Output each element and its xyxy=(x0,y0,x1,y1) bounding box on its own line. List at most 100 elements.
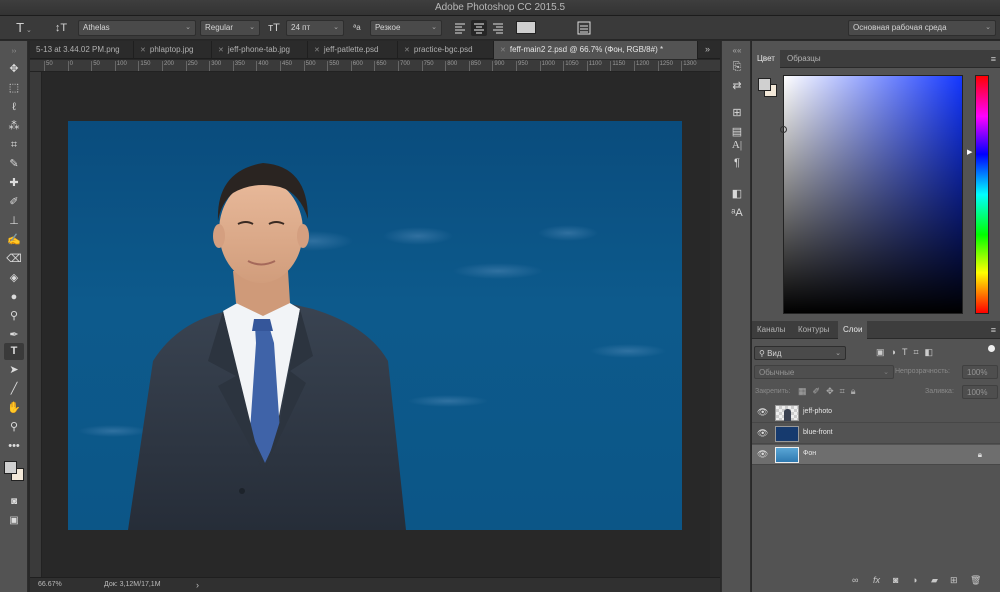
layer-filter-icons[interactable]: ▣◑T⌗◧ xyxy=(876,347,939,358)
tab-channels[interactable]: Каналы xyxy=(752,321,790,339)
tab-5-active[interactable]: ✕ feff-main2 2.psd @ 66.7% (Фон, RGB/8#) … xyxy=(494,41,698,59)
filter-toggle[interactable] xyxy=(988,345,995,352)
fill-field[interactable]: 100% xyxy=(962,385,998,399)
opacity-field[interactable]: 100% xyxy=(962,365,998,379)
lasso-tool-icon[interactable]: ℓ xyxy=(4,99,24,116)
layer-name[interactable]: jeff-photo xyxy=(803,408,832,415)
adjustment-layer-icon[interactable]: ◑ xyxy=(912,575,917,585)
tabs-overflow-icon[interactable]: » xyxy=(705,44,710,54)
layer-name[interactable]: blue-front xyxy=(803,429,833,436)
character-panel-icon[interactable]: A| xyxy=(728,137,746,154)
tab-color[interactable]: Цвет xyxy=(752,50,780,68)
lock-artboard-icon[interactable]: ⌗ xyxy=(840,386,851,396)
filter-shape-icon[interactable]: ⌗ xyxy=(913,347,924,357)
character-panel-button[interactable] xyxy=(576,20,592,36)
paragraph-panel-icon[interactable]: ¶ xyxy=(728,155,746,172)
font-size-select[interactable]: 24 пт ⌄ xyxy=(286,20,344,36)
paint-bucket-tool-icon[interactable]: ◈ xyxy=(4,270,24,287)
vertical-scrollbar[interactable] xyxy=(710,72,720,577)
text-tool-preset-icon[interactable]: T ⌄ xyxy=(12,20,36,36)
lock-pixels-icon[interactable]: ✐ xyxy=(813,386,827,396)
eye-icon[interactable]: 👁︎ xyxy=(757,449,768,460)
close-icon[interactable]: ✕ xyxy=(314,47,320,54)
layer-style-icon[interactable]: fx xyxy=(873,575,880,585)
new-layer-icon[interactable]: ⊞ xyxy=(950,575,958,586)
blur-tool-icon[interactable]: ● xyxy=(4,289,24,306)
eye-icon[interactable]: 👁︎ xyxy=(757,428,768,439)
new-group-icon[interactable]: ▰ xyxy=(931,575,938,586)
toolbar-collapse-icon[interactable]: ›› xyxy=(4,43,24,60)
link-layers-icon[interactable]: ∞ xyxy=(852,575,858,585)
filter-smart-icon[interactable]: ◧ xyxy=(925,347,940,357)
libraries-panel-icon[interactable]: ⊞ xyxy=(728,105,746,122)
filter-type-icon[interactable]: T xyxy=(902,347,914,357)
magic-wand-tool-icon[interactable]: ⁂ xyxy=(4,118,24,135)
tab-4[interactable]: ✕ practice-bgc.psd xyxy=(398,41,494,59)
layer-name[interactable]: Фон xyxy=(803,450,816,457)
layer-row-selected[interactable]: 👁︎ Фон 🔒︎ xyxy=(752,445,1000,465)
properties-panel-icon[interactable]: ⇄ xyxy=(728,78,746,95)
layer-row[interactable]: 👁︎ jeff-photo xyxy=(752,403,1000,423)
align-right-button[interactable] xyxy=(490,20,506,36)
eye-icon[interactable]: 👁︎ xyxy=(757,407,768,418)
history-brush-tool-icon[interactable]: ✍ xyxy=(4,232,24,249)
close-icon[interactable]: ✕ xyxy=(404,47,410,54)
close-icon[interactable]: ✕ xyxy=(500,47,506,54)
font-style-select[interactable]: Regular ⌄ xyxy=(200,20,260,36)
align-center-button[interactable] xyxy=(471,20,487,36)
hue-slider-handle[interactable]: ▶ xyxy=(967,148,972,156)
tab-layers[interactable]: Слои xyxy=(838,321,868,339)
more-tools-icon[interactable]: ••• xyxy=(4,438,24,455)
antialias-select[interactable]: Резкое ⌄ xyxy=(370,20,442,36)
blend-mode-select[interactable]: Обычные ⌄ xyxy=(754,365,894,379)
status-menu-arrow-icon[interactable]: › xyxy=(196,578,199,592)
marquee-tool-icon[interactable]: ⬚ xyxy=(4,80,24,97)
history-panel-icon[interactable]: ⎘ xyxy=(728,59,746,76)
close-icon[interactable]: ✕ xyxy=(140,47,146,54)
panel-menu-icon[interactable]: ≡ xyxy=(991,325,996,335)
dodge-tool-icon[interactable]: ⚲ xyxy=(4,308,24,325)
layer-filter-select[interactable]: ⚲ Вид ⌄ xyxy=(754,346,846,360)
lock-icons[interactable]: ▦✐✥⌗🔒︎ xyxy=(798,386,861,397)
dock-collapse-icon[interactable]: «« xyxy=(728,42,746,59)
tab-0[interactable]: 5-13 at 3.44.02 PM.png xyxy=(30,41,134,59)
workspace-select[interactable]: Основная рабочая среда ⌄ xyxy=(848,20,996,36)
font-family-select[interactable]: Athelas ⌄ xyxy=(78,20,196,36)
healing-brush-tool-icon[interactable]: ✚ xyxy=(4,175,24,192)
tab-paths[interactable]: Контуры xyxy=(793,321,834,339)
foreground-color-swatch[interactable] xyxy=(4,461,17,474)
eraser-tool-icon[interactable]: ⌫ xyxy=(4,251,24,268)
color-saturation-brightness-field[interactable] xyxy=(780,75,963,314)
add-mask-icon[interactable]: ◙ xyxy=(893,575,898,585)
screen-mode-icon[interactable]: ▣ xyxy=(4,512,24,529)
panel-menu-icon[interactable]: ≡ xyxy=(991,54,996,64)
align-left-button[interactable] xyxy=(452,20,468,36)
lock-position-icon[interactable]: ✥ xyxy=(826,386,840,396)
document-canvas[interactable] xyxy=(68,121,682,530)
clone-stamp-tool-icon[interactable]: ⊥ xyxy=(4,213,24,230)
close-icon[interactable]: ✕ xyxy=(218,47,224,54)
hand-tool-icon[interactable]: ✋ xyxy=(4,400,24,417)
zoom-level[interactable]: 66.67% xyxy=(38,578,62,592)
crop-tool-icon[interactable]: ⌗ xyxy=(4,137,24,154)
filter-pixel-icon[interactable]: ▣ xyxy=(876,347,891,357)
tab-3[interactable]: ✕ jeff-patlette.psd xyxy=(308,41,398,59)
tab-2[interactable]: ✕ jeff-phone-tab.jpg xyxy=(212,41,308,59)
tab-swatches[interactable]: Образцы xyxy=(782,50,826,68)
layer-row[interactable]: 👁︎ blue-front xyxy=(752,424,1000,444)
text-orientation-icon[interactable]: ↕T xyxy=(52,20,70,36)
delete-layer-icon[interactable]: 🗑︎ xyxy=(970,575,981,586)
type-tool-icon[interactable]: T xyxy=(4,343,24,360)
lock-transparent-icon[interactable]: ▦ xyxy=(798,386,813,396)
color-fg-swatch[interactable] xyxy=(758,78,771,91)
hue-slider[interactable] xyxy=(975,75,989,314)
brush-tool-icon[interactable]: ✐ xyxy=(4,194,24,211)
eyedropper-tool-icon[interactable]: ✎ xyxy=(4,156,24,173)
color-picker-cursor[interactable] xyxy=(780,126,787,133)
filter-adjustment-icon[interactable]: ◑ xyxy=(891,347,902,357)
zoom-tool-icon[interactable]: ⚲ xyxy=(4,419,24,436)
quick-mask-icon[interactable]: ◙ xyxy=(4,493,24,510)
text-color-swatch[interactable] xyxy=(516,21,536,34)
character-styles-icon[interactable]: ᵃA xyxy=(728,205,746,222)
glyphs-panel-icon[interactable]: ◧ xyxy=(728,186,746,203)
